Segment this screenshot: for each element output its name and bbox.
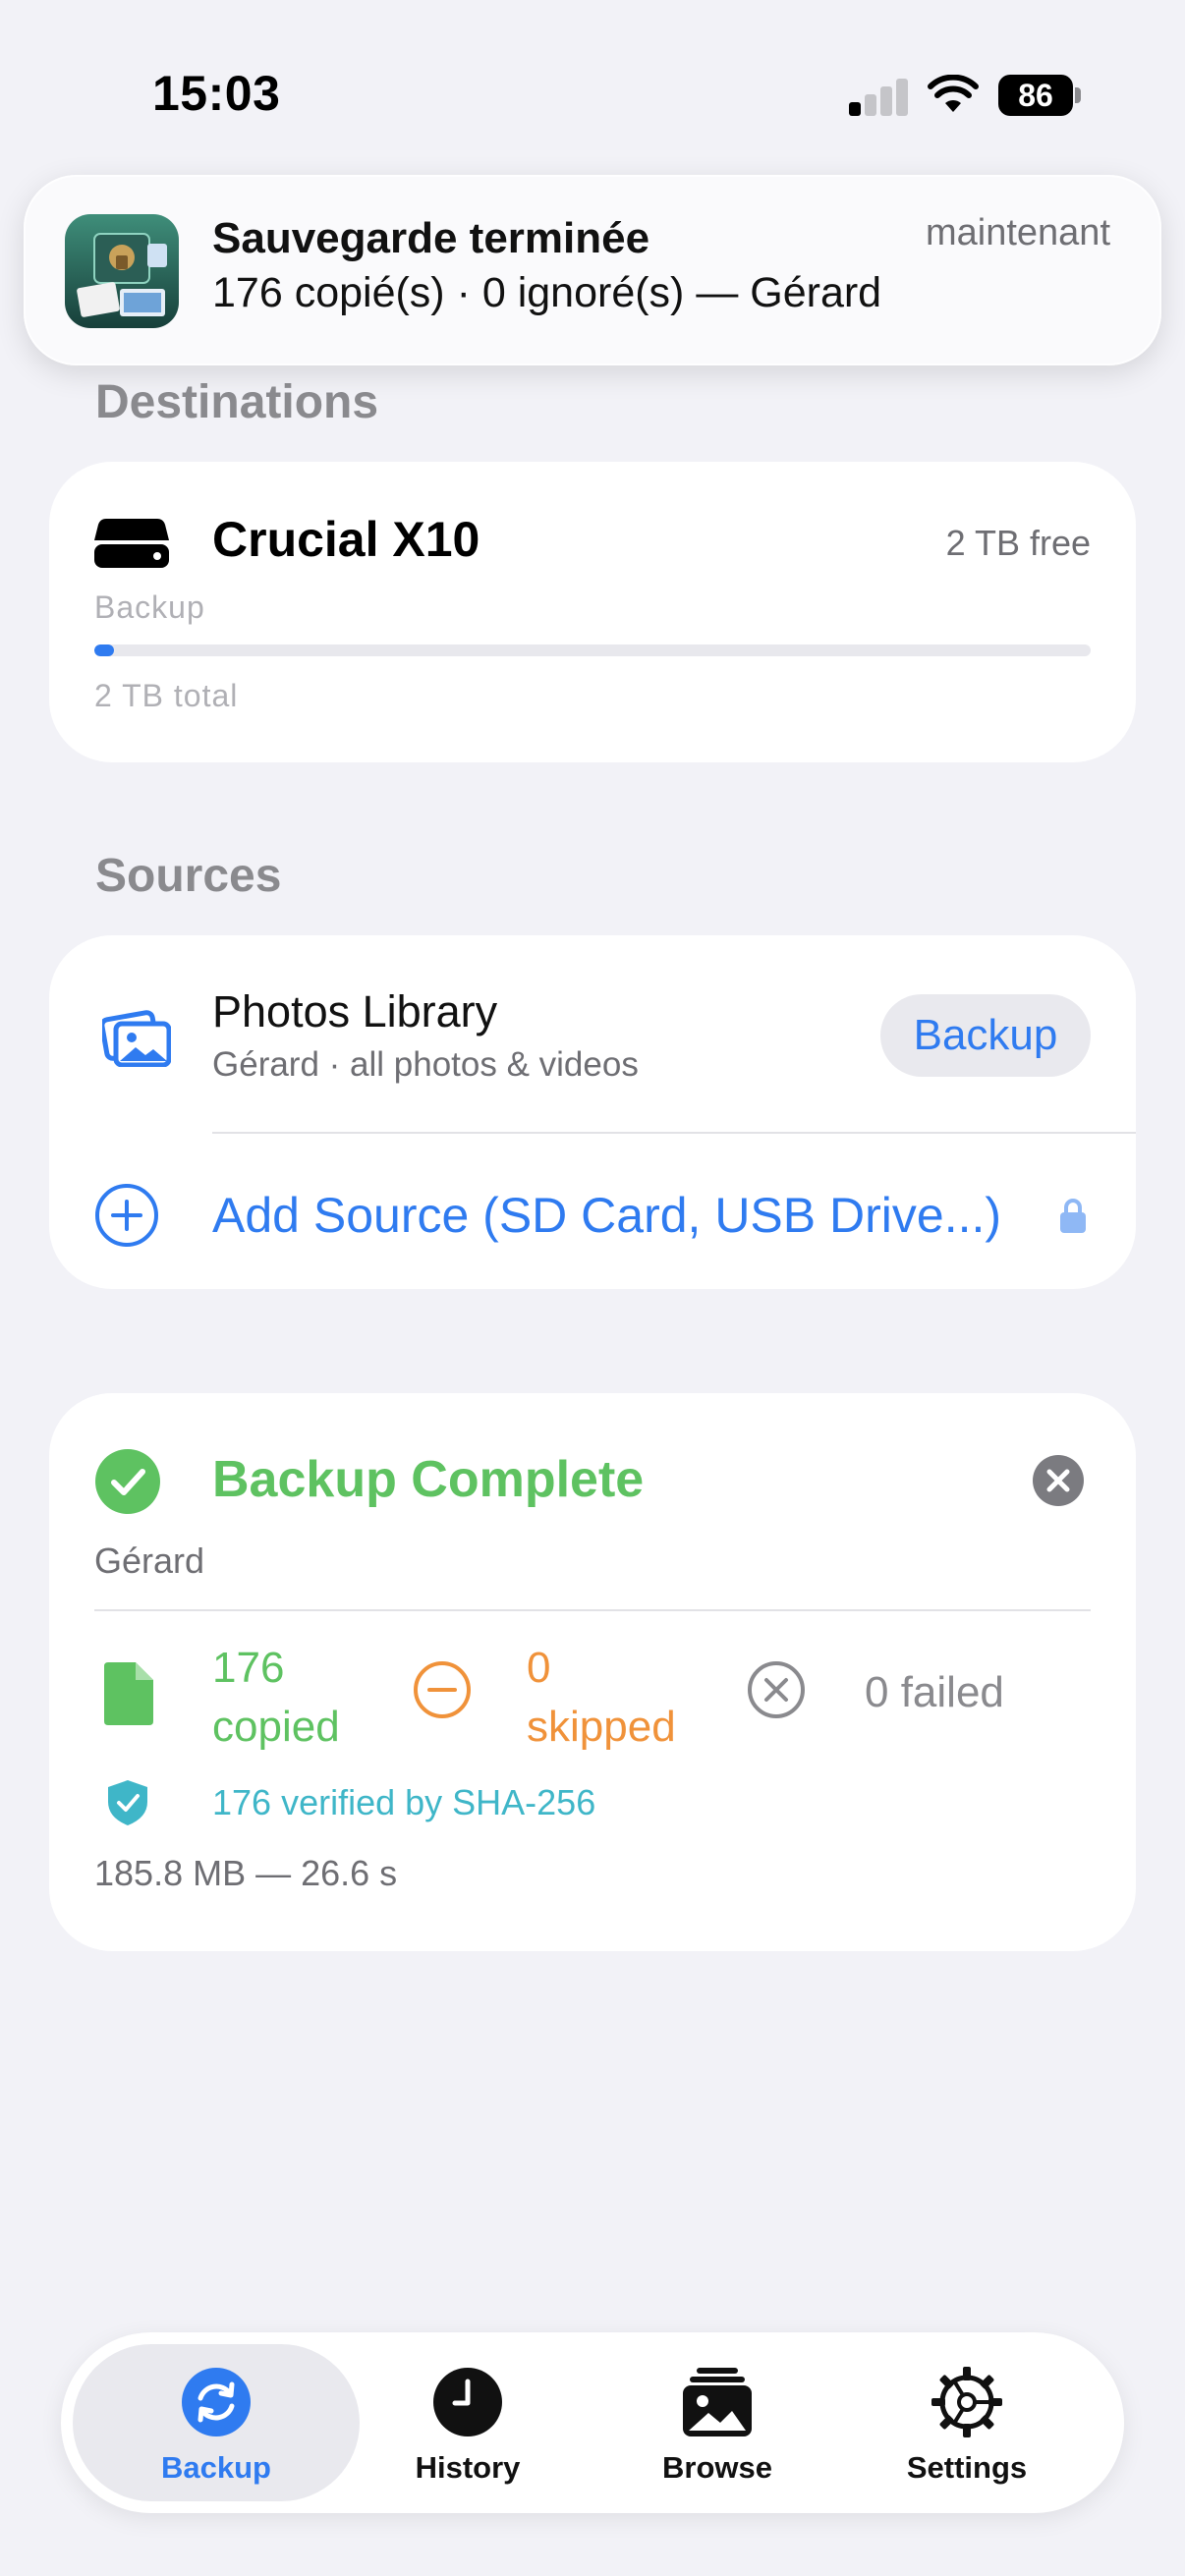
source-backup-button[interactable]: Backup: [880, 994, 1091, 1077]
add-source-button[interactable]: Add Source (SD Card, USB Drive...): [212, 1187, 1001, 1244]
drive-free-space: 2 TB free: [945, 523, 1091, 563]
copied-stat: 176 copied: [212, 1639, 340, 1757]
notification-time: maintenant: [925, 212, 1110, 253]
destinations-header: Destinations: [95, 376, 379, 428]
status-time: 15:03: [152, 66, 281, 121]
document-icon: [104, 1662, 153, 1725]
backup-icon: [182, 2368, 251, 2436]
source-subtitle: Gérard · all photos & videos: [212, 1045, 639, 1084]
app-icon: [65, 214, 179, 328]
backup-result-card: Backup Complete Gérard 176 copied 0 skip…: [49, 1393, 1136, 1951]
photos-library-icon: [102, 1010, 171, 1067]
copied-label: copied: [212, 1703, 340, 1751]
notification-banner[interactable]: Sauvegarde terminée maintenant 176 copié…: [24, 175, 1161, 365]
failed-stat: 0 failed: [865, 1668, 1004, 1716]
divider: [94, 1609, 1091, 1611]
skipped-count: 0: [527, 1644, 551, 1692]
x-circle-icon: [748, 1661, 805, 1718]
tab-settings[interactable]: Settings: [823, 2344, 1110, 2501]
tab-label: Backup: [161, 2450, 271, 2485]
copied-count: 176: [212, 1644, 285, 1692]
sources-header: Sources: [95, 850, 282, 902]
skipped-label: skipped: [527, 1703, 676, 1751]
result-title: Backup Complete: [212, 1451, 645, 1508]
lock-icon: [1060, 1199, 1086, 1233]
photos-stack-icon: [683, 2368, 752, 2436]
tab-label: History: [415, 2450, 521, 2485]
shield-check-icon: [108, 1780, 147, 1825]
wifi-icon: [928, 75, 979, 112]
cellular-signal-icon: [849, 77, 908, 116]
divider: [212, 1132, 1136, 1134]
tab-bar: Backup History Browse Settings: [61, 2332, 1124, 2513]
drive-name: Crucial X10: [212, 512, 480, 567]
tab-label: Settings: [906, 2450, 1028, 2485]
sources-card: Photos Library Gérard · all photos & vid…: [49, 935, 1136, 1289]
tab-browse[interactable]: Browse: [574, 2344, 861, 2501]
verified-text: 176 verified by SHA-256: [212, 1782, 596, 1822]
destination-card[interactable]: Crucial X10 2 TB free Backup 2 TB total: [49, 462, 1136, 762]
result-user: Gérard: [94, 1540, 205, 1581]
close-icon[interactable]: [1032, 1454, 1085, 1507]
add-circle-icon[interactable]: [94, 1183, 159, 1248]
battery-icon: 86: [998, 75, 1081, 116]
tab-backup[interactable]: Backup: [73, 2344, 360, 2501]
clock-icon: [433, 2368, 502, 2436]
skipped-stat: 0 skipped: [527, 1639, 676, 1757]
notification-body: 176 copié(s) · 0 ignoré(s) — Gérard: [212, 269, 882, 316]
notification-title: Sauvegarde terminée: [212, 214, 650, 262]
storage-progress-fill: [94, 644, 115, 656]
external-drive-icon: [94, 519, 169, 568]
source-name: Photos Library: [212, 986, 498, 1036]
minus-circle-icon: [414, 1661, 471, 1718]
gear-icon: [931, 2367, 1002, 2437]
tab-history[interactable]: History: [324, 2344, 611, 2501]
battery-level: 86: [998, 75, 1073, 116]
tab-label: Browse: [662, 2450, 772, 2485]
size-time-text: 185.8 MB — 26.6 s: [94, 1853, 398, 1893]
drive-total: 2 TB total: [94, 678, 239, 713]
drive-subtitle: Backup: [94, 589, 205, 625]
checkmark-circle-icon: [95, 1449, 160, 1514]
storage-progress-bar: [94, 644, 1091, 656]
